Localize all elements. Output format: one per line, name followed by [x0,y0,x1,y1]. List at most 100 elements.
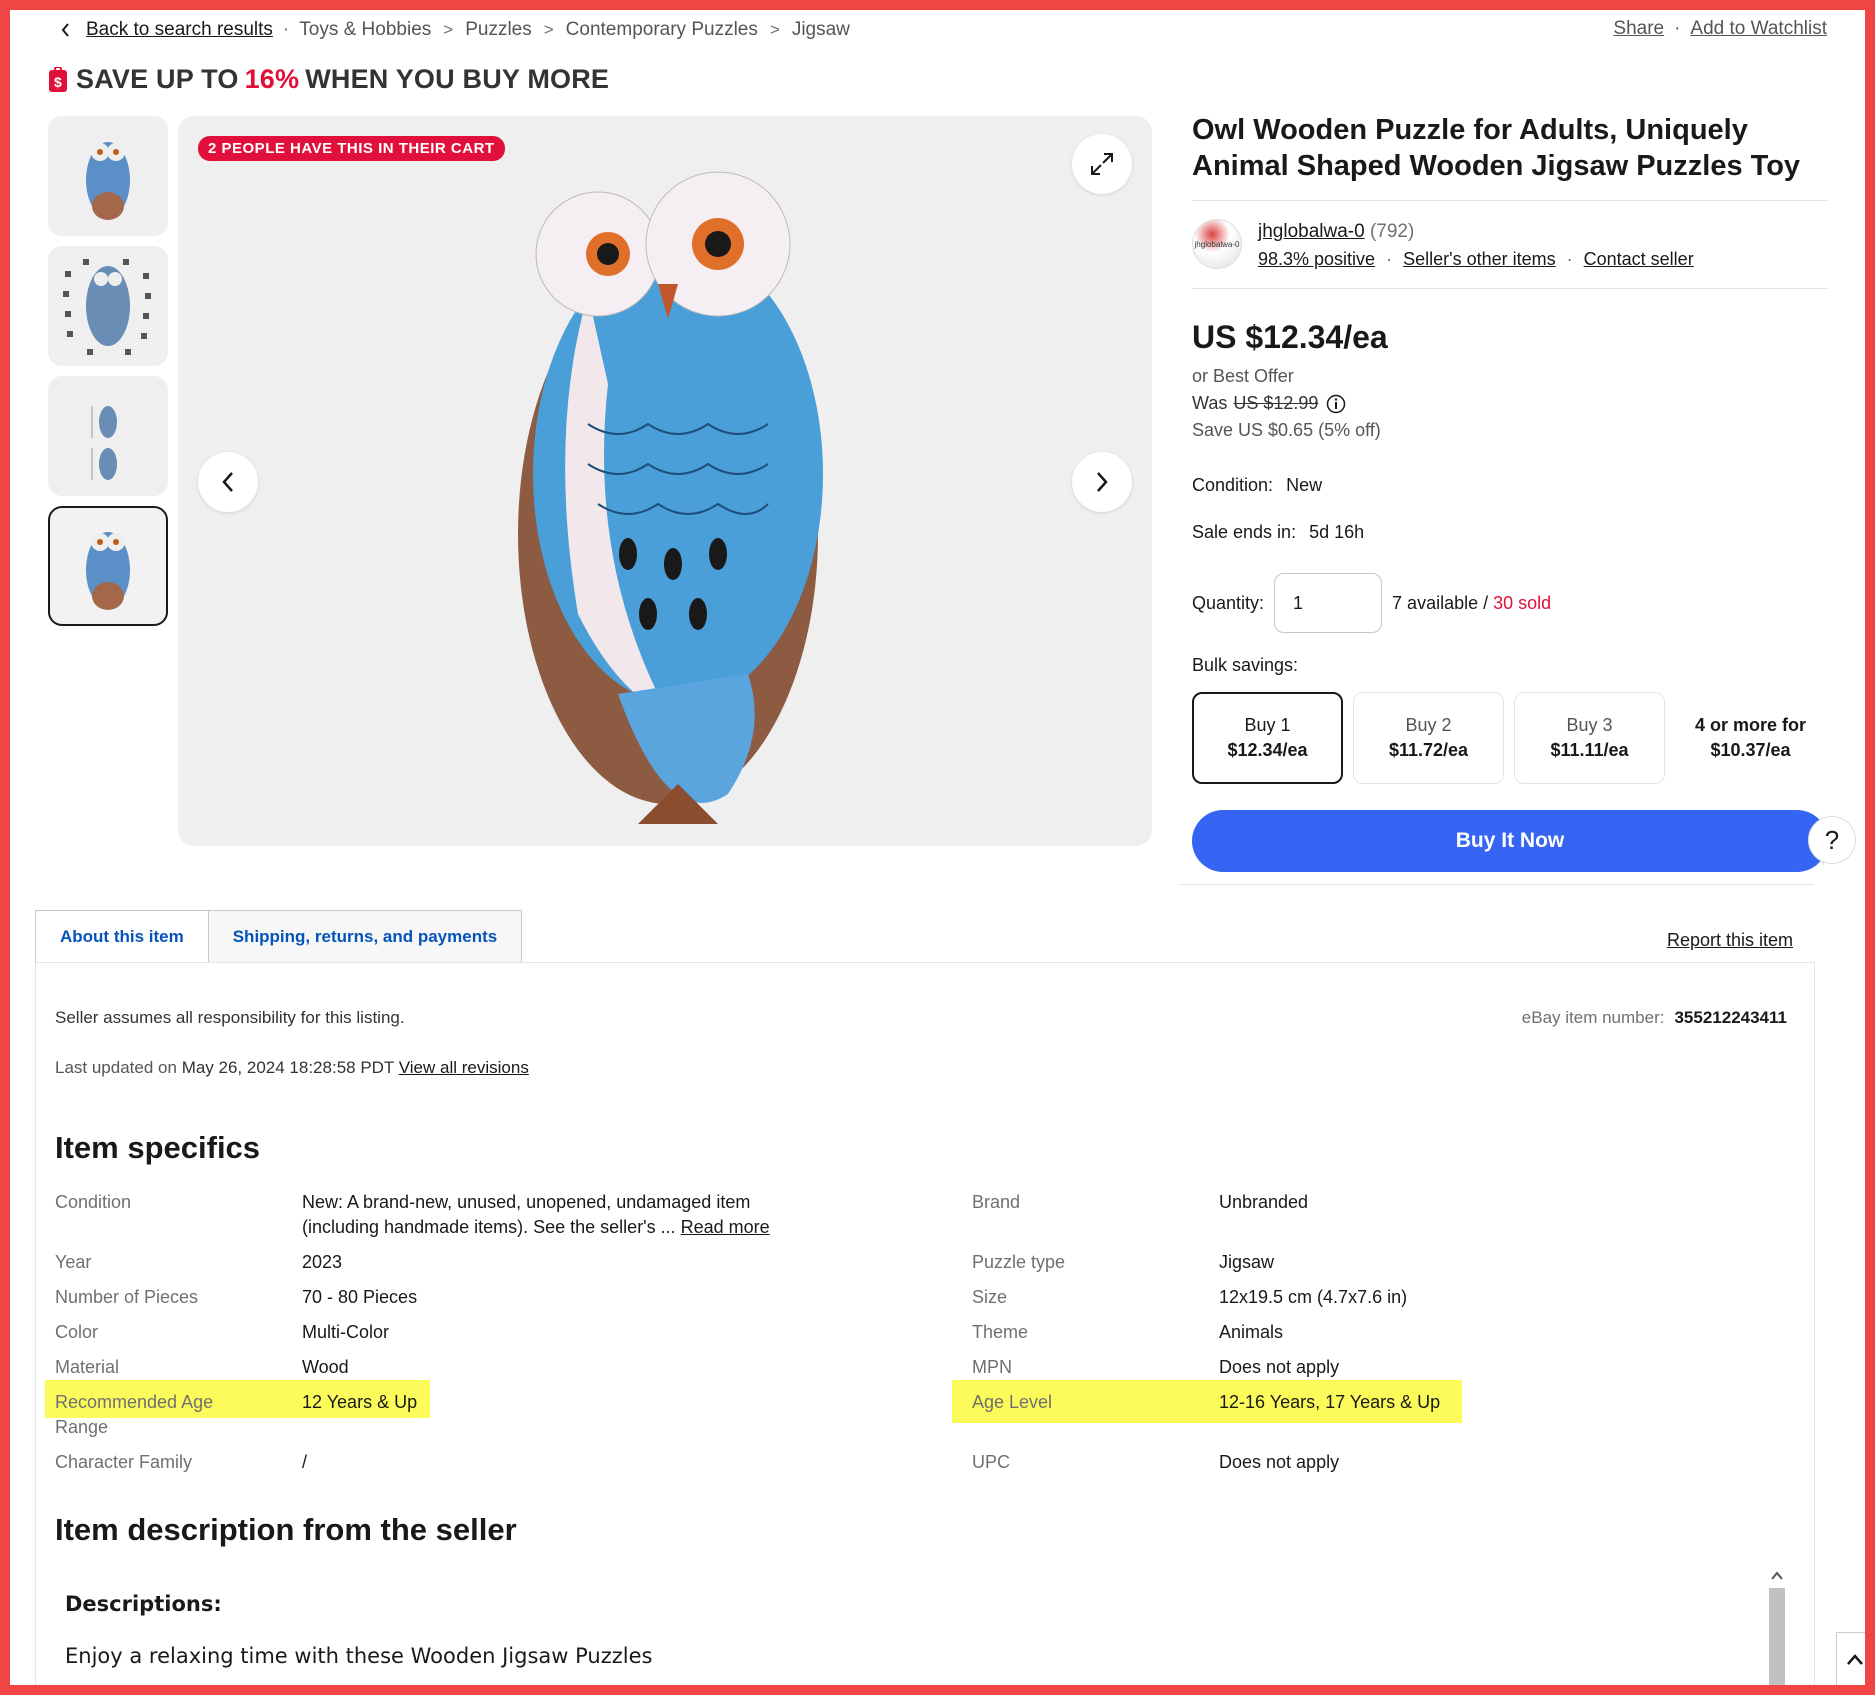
was-price: US $12.99 [1233,393,1319,413]
view-revisions-link[interactable]: View all revisions [399,1058,529,1077]
next-image-button[interactable] [1072,452,1132,512]
quantity-input[interactable]: 1 [1274,573,1383,633]
breadcrumb: Back to search results · Toys & Hobbies … [52,16,850,44]
top-actions: Share · Add to Watchlist [1613,18,1827,40]
chevron-right-icon: > [543,20,554,39]
spec-label: Character Family [55,1452,193,1472]
thumbnail-2[interactable] [48,246,168,366]
previous-image-button[interactable] [198,452,258,512]
add-to-cart-button-partial[interactable] [1206,856,1824,866]
thumbnail-3[interactable] [48,376,168,496]
price-tag-icon: $ [49,66,67,92]
tab-about-this-item[interactable]: About this item [35,910,209,963]
bulk-price: $11.72/ea [1388,740,1469,760]
bulk-qty: Buy 3 [1566,715,1613,735]
sale-ends-row: Sale ends in: 5d 16h [1192,522,1828,543]
separator-dot: · [1674,18,1681,39]
spec-label: Material [55,1357,120,1377]
spec-value: Multi-Color [302,1322,390,1342]
breadcrumb-item-jigsaw[interactable]: Jigsaw [792,19,850,41]
chevron-left-icon[interactable] [52,16,80,44]
tab-shipping-returns-payments[interactable]: Shipping, returns, and payments [208,910,523,962]
spec-label: Size [972,1287,1008,1307]
contact-seller-link[interactable]: Contact seller [1584,249,1694,269]
was-price-row: Was US $12.99 [1192,393,1828,414]
bulk-price: $10.37/ea [1710,740,1791,760]
add-to-watchlist-link[interactable]: Add to Watchlist [1690,18,1827,40]
sale-ends-value: 5d 16h [1309,522,1365,542]
seller-avatar[interactable]: jhglobalwa-0 [1192,219,1242,269]
spec-label: Recommended Age Range [55,1392,214,1437]
description-heading: Item description from the seller [55,1512,517,1547]
spec-value: / [302,1452,308,1472]
breadcrumb-dot: · [282,19,290,40]
expand-icon[interactable] [1072,134,1132,194]
bulk-price: $11.11/ea [1550,740,1629,760]
spec-value: 12 Years & Up [302,1392,418,1412]
read-more-link[interactable]: Read more [681,1217,770,1237]
item-number-label: eBay item number: [1521,1008,1665,1027]
description-frame[interactable]: Descriptions: Enjoy a relaxing time with… [55,1568,1790,1695]
spec-label: Age Level [972,1392,1053,1412]
thumbnail-4-selected[interactable] [48,506,168,626]
bulk-price: $12.34/ea [1227,740,1308,760]
seller-other-items-link[interactable]: Seller's other items [1403,249,1556,269]
chevron-up-icon[interactable] [1767,1568,1787,1584]
spec-value: Jigsaw [1219,1252,1275,1272]
bulk-option-buy-1[interactable]: Buy 1 $12.34/ea [1192,692,1343,784]
seller-positive-link[interactable]: 98.3% positive [1258,249,1375,269]
description-scrollbar[interactable] [1767,1568,1787,1695]
description-text: Enjoy a relaxing time with these Wooden … [65,1644,653,1668]
bulk-option-4-plus[interactable]: 4 or more for $10.37/ea [1675,692,1826,784]
bulk-option-buy-3[interactable]: Buy 3 $11.11/ea [1514,692,1665,784]
spec-value: 2023 [302,1252,343,1272]
available-text: 7 available / [1392,592,1489,613]
spec-label: MPN [972,1357,1012,1377]
price: US $12.34/ea [1192,319,1388,355]
spec-value: Does not apply [1219,1452,1340,1472]
separator-dot: · [1386,249,1393,269]
was-label: Was [1192,393,1228,413]
breadcrumb-item-contemporary[interactable]: Contemporary Puzzles [566,19,758,41]
item-specifics-heading: Item specifics [55,1130,261,1165]
spec-value: New: A brand-new, unused, unopened, unda… [302,1190,802,1240]
spec-label: Puzzle type [972,1252,1066,1272]
seller-name-link[interactable]: jhglobalwa-0 [1258,221,1365,242]
chevron-right-icon [1097,472,1108,492]
scrollbar-thumb[interactable] [1769,1588,1785,1695]
breadcrumb-item-puzzles[interactable]: Puzzles [465,19,532,41]
back-to-top-button[interactable] [1836,1632,1874,1688]
description-subheading: Descriptions: [65,1592,222,1616]
item-number-value: 355212243411 [1674,1008,1787,1027]
spec-value: Unbranded [1219,1192,1309,1212]
help-button[interactable]: ? [1808,816,1856,864]
last-updated: Last updated on May 26, 2024 18:28:58 PD… [55,1058,529,1078]
main-product-image[interactable]: 2 PEOPLE HAVE THIS IN THEIR CART [178,116,1152,846]
spec-value: Does not apply [1219,1357,1340,1377]
spec-label: Year [55,1252,92,1272]
info-icon[interactable] [1326,394,1346,414]
item-number: eBay item number: 355212243411 [1522,1008,1787,1028]
seller-card: jhglobalwa-0 jhglobalwa-0 (792) 98.3% po… [1192,219,1828,270]
bulk-qty: Buy 2 [1405,715,1452,735]
owl-puzzle-illustration [518,171,823,824]
sale-ends-label: Sale ends in: [1192,522,1297,542]
responsibility-text: Seller assumes all responsibility for th… [55,1008,405,1027]
back-to-search-link[interactable]: Back to search results [86,19,273,41]
chevron-right-icon: > [443,20,454,39]
share-link[interactable]: Share [1613,18,1664,40]
spec-value: 12-16 Years, 17 Years & Up [1219,1392,1441,1412]
updated-timestamp: May 26, 2024 18:28:58 PDT [181,1058,395,1077]
bulk-qty: Buy 1 [1244,715,1291,735]
listing-summary: Owl Wooden Puzzle for Adults, Uniquely A… [1192,112,1828,872]
spec-value: 12x19.5 cm (4.7x7.6 in) [1219,1287,1408,1307]
spec-label: Color [55,1322,99,1342]
report-item-link[interactable]: Report this item [1667,930,1793,951]
spec-value: 70 - 80 Pieces [302,1287,418,1307]
thumbnail-1[interactable] [48,116,168,236]
spec-label: Condition [55,1192,132,1212]
bulk-option-buy-2[interactable]: Buy 2 $11.72/ea [1353,692,1504,784]
breadcrumb-item-toys[interactable]: Toys & Hobbies [299,19,431,41]
separator-dot: · [1566,249,1573,269]
svg-text:$: $ [54,74,62,90]
